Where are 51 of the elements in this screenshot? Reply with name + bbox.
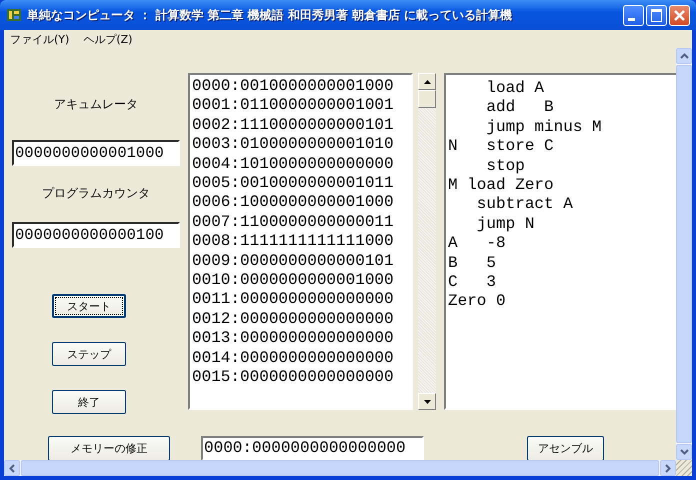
code-line: N store C (448, 137, 555, 157)
memory-entry[interactable]: 0004:1010000000000000 (192, 154, 411, 174)
app-icon (6, 7, 22, 23)
code-editor[interactable]: load A add B jump minus M N store C stop M load Zero subtract A jump N A -8 B 5 C 3 Zero 0 (444, 73, 676, 410)
code-line: subtract A (476, 195, 574, 215)
code-line: stop (485, 156, 526, 176)
code-line: add B (485, 98, 555, 118)
memory-entry[interactable]: 0006:1000000000001000 (192, 193, 411, 213)
memory-entry[interactable]: 0010:0000000000001000 (192, 271, 411, 290)
down-arrow-icon[interactable] (424, 400, 430, 404)
memory-entry[interactable]: 0014:0000000000000000 (192, 348, 411, 368)
code-line: jump minus M (485, 118, 603, 138)
minimize-button[interactable] (623, 4, 644, 26)
memory-entry[interactable]: 0000:0010000000001000 (192, 77, 411, 96)
menu-item[interactable]: ファイル(Y) (10, 32, 70, 46)
up-arrow-icon[interactable] (424, 80, 430, 84)
register-field[interactable]: 0000000000000100 (12, 222, 180, 248)
assemble-button[interactable]: アセンブル (527, 436, 604, 461)
menu-item[interactable]: ヘルプ(Z) (83, 32, 132, 46)
code-line: jump N (476, 214, 536, 234)
window-title: 単純なコンピュータ ： 計算数学 第二章 機械語 和田秀男著 朝倉書店 に載っている計算機 (27, 6, 514, 24)
close-button[interactable] (669, 4, 690, 26)
memory-entry[interactable]: 0005:0010000000001011 (192, 174, 411, 194)
maximize-button[interactable] (646, 4, 667, 26)
memory-entry[interactable]: 0001:0110000000001001 (192, 96, 411, 116)
memory-entry[interactable]: 0003:0100000000001010 (192, 135, 411, 155)
memory-entry[interactable]: 0015:0000000000000000 (192, 368, 411, 388)
memory-entry[interactable]: 0013:0000000000000000 (192, 329, 411, 349)
register-label: アキュムレータ (54, 96, 138, 113)
memory-entry[interactable]: 0009:0000000000000101 (192, 252, 411, 272)
code-line: A -8 (448, 234, 507, 254)
code-line: M load Zero (448, 176, 555, 196)
register-label: プログラムカウンタ (42, 185, 150, 202)
memory-scrollbar[interactable] (418, 73, 436, 410)
code-line: C 3 (448, 273, 498, 292)
modify-memory-button[interactable]: メモリーの修正 (48, 436, 170, 461)
resize-grip-icon[interactable] (676, 460, 692, 476)
memory-entry[interactable]: 0008:1111111111111000 (192, 232, 411, 252)
code-line: B 5 (448, 254, 498, 274)
code-line: load A (485, 79, 546, 98)
memory-entry[interactable]: 0007:1100000000000011 (192, 212, 411, 232)
action-button[interactable]: スタート (52, 294, 126, 318)
code-line: Zero 0 (448, 292, 507, 312)
action-button[interactable]: 終了 (52, 390, 126, 414)
close-icon (673, 8, 686, 22)
memory-entry[interactable]: 0011:0000000000000000 (192, 290, 411, 310)
address-field[interactable]: 0000:0000000000000000 (201, 436, 424, 461)
action-button[interactable]: ステップ (52, 342, 126, 366)
memory-entry[interactable]: 0012:0000000000000000 (192, 310, 411, 330)
register-field[interactable]: 0000000000001000 (12, 140, 180, 166)
memory-entry[interactable]: 0002:1110000000000101 (192, 116, 411, 136)
